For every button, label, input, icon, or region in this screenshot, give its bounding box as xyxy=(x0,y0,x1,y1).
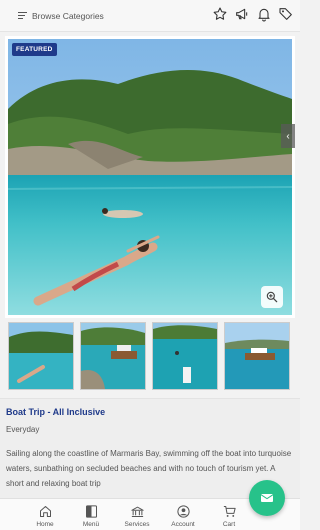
tags-icon[interactable] xyxy=(278,6,294,22)
thumbnail[interactable] xyxy=(224,322,290,390)
product-title[interactable]: Boat Trip - All Inclusive xyxy=(6,407,105,417)
home-icon xyxy=(39,506,51,517)
header-actions xyxy=(212,6,294,22)
gallery-next-arrow[interactable]: ‹ xyxy=(281,124,295,148)
product-frequency: Everyday xyxy=(6,425,40,434)
zoom-button[interactable] xyxy=(261,286,283,308)
browse-categories-link[interactable]: Browse Categories xyxy=(32,11,104,21)
thumbnail[interactable] xyxy=(152,322,218,390)
nav-cart[interactable]: Cart xyxy=(206,499,252,530)
thumbnail-strip xyxy=(8,322,300,390)
megaphone-icon[interactable] xyxy=(234,6,250,22)
hamburger-icon[interactable] xyxy=(18,12,27,19)
nav-services[interactable]: Services xyxy=(114,499,160,530)
top-bar: Browse Categories xyxy=(0,0,300,32)
mail-icon xyxy=(260,494,274,502)
thumbnail[interactable] xyxy=(80,322,146,390)
bell-icon[interactable] xyxy=(256,6,272,22)
nav-account[interactable]: Account xyxy=(160,499,206,530)
services-icon xyxy=(130,506,144,517)
nav-home[interactable]: Home xyxy=(22,499,68,530)
cart-icon xyxy=(223,506,236,517)
zoom-in-icon xyxy=(266,291,278,303)
product-gallery: FEATURED ‹ xyxy=(5,36,295,318)
main-product-photo[interactable] xyxy=(8,39,292,315)
message-fab[interactable] xyxy=(249,480,285,516)
featured-badge: FEATURED xyxy=(12,43,57,56)
product-description: Sailing along the coastline of Marmaris … xyxy=(6,449,292,488)
menu-book-icon xyxy=(85,505,97,518)
star-icon[interactable] xyxy=(212,6,228,22)
nav-menu[interactable]: Menü xyxy=(68,499,114,530)
account-icon xyxy=(176,505,190,518)
thumbnail[interactable] xyxy=(8,322,74,390)
